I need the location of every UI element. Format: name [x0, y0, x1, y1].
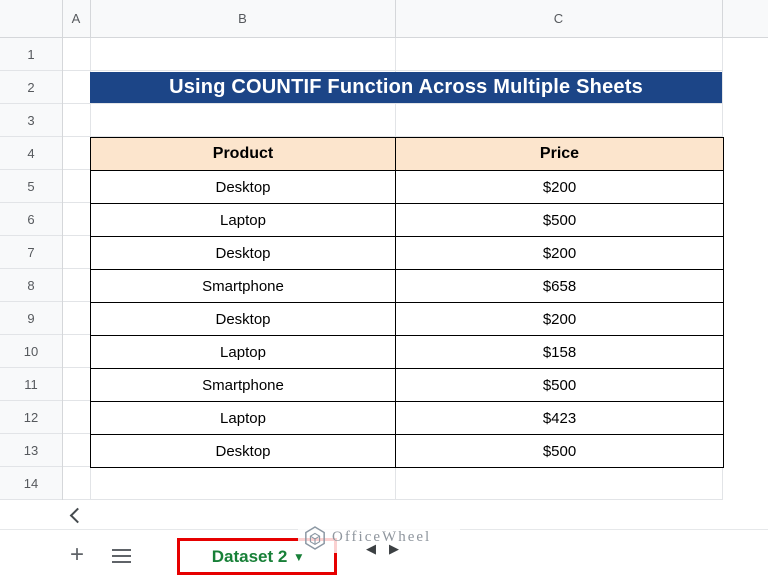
table-cell[interactable]: $158 — [396, 336, 724, 369]
table-row: Smartphone $658 — [91, 270, 724, 303]
sheet-tab-dataset2[interactable]: Dataset 2 — [212, 547, 288, 567]
table-cell[interactable]: Laptop — [91, 336, 396, 369]
grid-line — [62, 38, 63, 500]
table-cell[interactable]: $500 — [396, 369, 724, 402]
table-cell[interactable]: Smartphone — [91, 369, 396, 402]
table-cell[interactable]: Desktop — [91, 237, 396, 270]
table-cell[interactable]: $500 — [396, 435, 724, 468]
all-sheets-menu-icon[interactable] — [112, 549, 131, 567]
table-row: Smartphone $500 — [91, 369, 724, 402]
table-header-cell[interactable]: Product — [91, 138, 396, 171]
table-cell[interactable]: $423 — [396, 402, 724, 435]
table-header-cell[interactable]: Price — [396, 138, 724, 171]
data-table: Product Price Desktop $200 Laptop $500 D… — [90, 137, 724, 468]
officewheel-logo-icon — [304, 526, 326, 550]
table-cell[interactable]: $200 — [396, 303, 724, 336]
table-cell[interactable]: $500 — [396, 204, 724, 237]
table-row: Desktop $200 — [91, 237, 724, 270]
column-header-b[interactable]: B — [90, 0, 395, 38]
add-sheet-button[interactable]: + — [64, 540, 90, 570]
table-row: Laptop $158 — [91, 336, 724, 369]
table-row: Desktop $200 — [91, 171, 724, 204]
table-cell[interactable]: Desktop — [91, 303, 396, 336]
table-cell[interactable]: Desktop — [91, 171, 396, 204]
next-arrow-icon: ▶ — [389, 542, 399, 557]
table-cell[interactable]: Desktop — [91, 435, 396, 468]
table-header-row: Product Price — [91, 138, 724, 171]
table-row: Laptop $500 — [91, 204, 724, 237]
header-divider — [722, 0, 723, 38]
sheet-title-cell[interactable]: Using COUNTIF Function Across Multiple S… — [90, 72, 722, 103]
column-header-a[interactable]: A — [62, 0, 90, 38]
table-cell[interactable]: $200 — [396, 237, 724, 270]
table-row: Desktop $500 — [91, 435, 724, 468]
table-cell[interactable]: Laptop — [91, 204, 396, 237]
column-header-c[interactable]: C — [395, 0, 722, 38]
table-row: Laptop $423 — [91, 402, 724, 435]
scroll-left-icon[interactable] — [70, 508, 86, 524]
spreadsheet-window: A B C 1 2 3 4 5 6 7 8 9 10 11 12 13 14 U… — [0, 0, 768, 582]
table-row: Desktop $200 — [91, 303, 724, 336]
table-cell[interactable]: $200 — [396, 171, 724, 204]
watermark-text: OfficeWheel — [332, 529, 431, 546]
table-cell[interactable]: Smartphone — [91, 270, 396, 303]
table-cell[interactable]: $658 — [396, 270, 724, 303]
table-cell[interactable]: Laptop — [91, 402, 396, 435]
prev-arrow-icon: ◀ — [366, 542, 376, 557]
watermark: OfficeWheel — [298, 522, 460, 553]
